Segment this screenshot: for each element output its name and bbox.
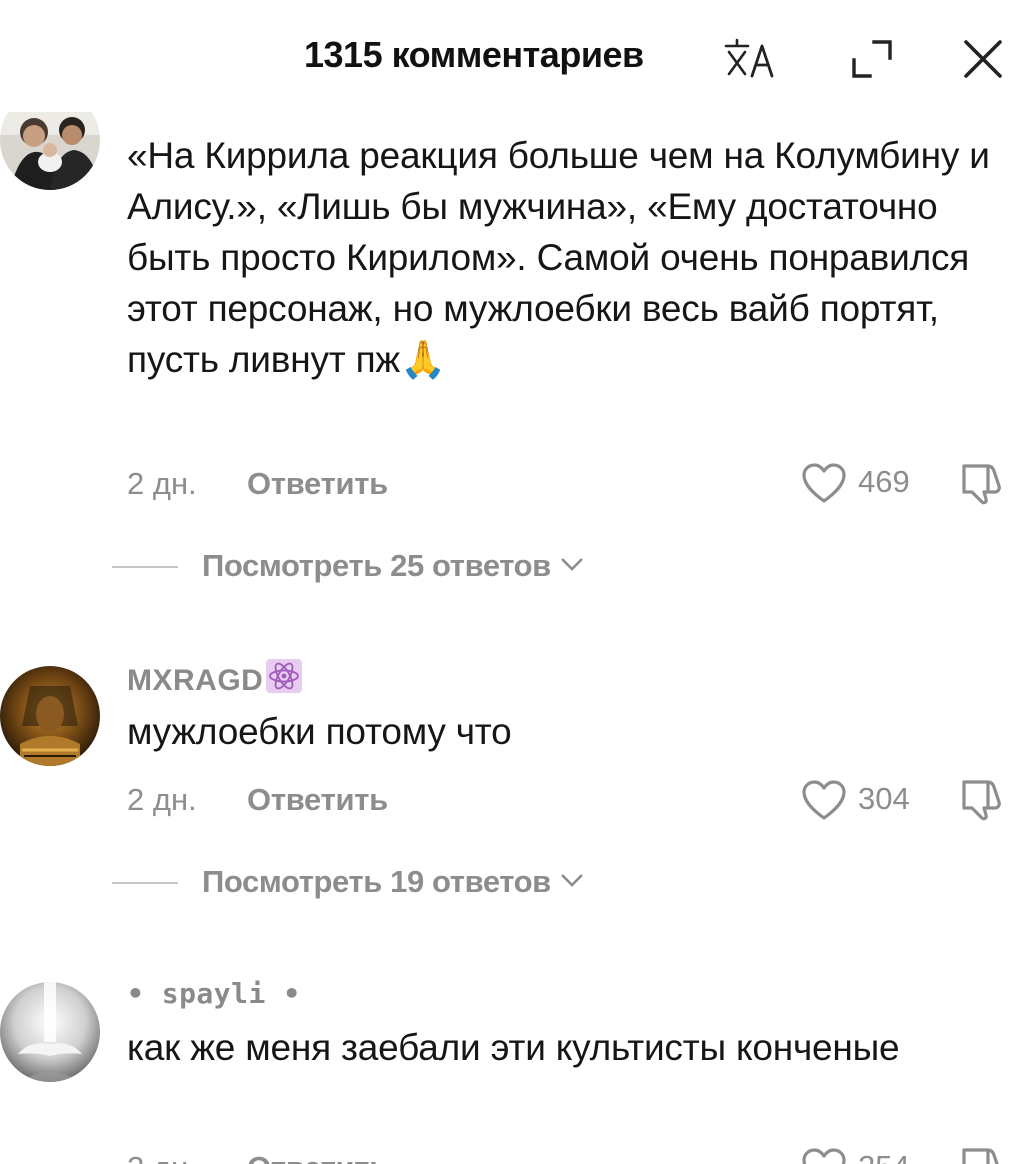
like-count: 304 (858, 781, 910, 816)
comment-text: как же меня заебали эти культисты кончен… (127, 1027, 900, 1068)
heart-icon[interactable] (800, 461, 848, 505)
heart-icon[interactable] (800, 778, 848, 822)
divider (112, 566, 178, 568)
comments-list[interactable]: «На Киррила реакция больше чем на Колумб… (0, 0, 1009, 1164)
comments-header: 1315 комментариев (0, 0, 1009, 112)
view-replies-label: Посмотреть 25 ответов (202, 546, 585, 586)
avatar[interactable] (0, 666, 100, 766)
reply-button[interactable]: Ответить (247, 464, 388, 504)
reply-button[interactable]: Ответить (247, 780, 388, 820)
chevron-down-icon (560, 558, 583, 571)
dislike-icon[interactable] (958, 458, 1006, 506)
comment-text: мужлоебки потому что (127, 711, 512, 752)
close-icon[interactable] (962, 38, 1004, 80)
username[interactable]: • spayli • (127, 974, 301, 1014)
comment-time: 2 дн. (127, 466, 197, 501)
heart-icon[interactable] (800, 1146, 848, 1164)
comment-time: 2 дн. (127, 782, 197, 817)
view-replies-button[interactable]: Посмотреть 25 ответов (112, 546, 672, 586)
dislike-icon[interactable] (958, 1142, 1006, 1164)
username[interactable]: MXRAGD (127, 658, 303, 701)
reply-button[interactable]: Ответить (247, 1148, 388, 1164)
comment-text: «На Киррила реакция больше чем на Колумб… (127, 135, 990, 380)
like-count: 254 (858, 1147, 910, 1164)
comment-time: 2 дн. (127, 1148, 197, 1164)
username-text: MXRAGD (127, 664, 264, 697)
page-title: 1315 комментариев (304, 34, 644, 75)
chevron-down-icon (560, 874, 583, 887)
view-replies-text: Посмотреть 25 ответов (202, 548, 551, 583)
atom-symbol-icon (266, 659, 303, 693)
like-count: 469 (858, 464, 910, 499)
view-replies-label: Посмотреть 19 ответов (202, 862, 585, 902)
view-replies-button[interactable]: Посмотреть 19 ответов (112, 862, 672, 902)
avatar[interactable] (0, 982, 100, 1082)
dislike-icon[interactable] (958, 774, 1006, 822)
divider (112, 882, 178, 884)
translate-icon[interactable] (722, 36, 776, 80)
expand-icon[interactable] (850, 38, 894, 82)
view-replies-text: Посмотреть 19 ответов (202, 864, 551, 899)
